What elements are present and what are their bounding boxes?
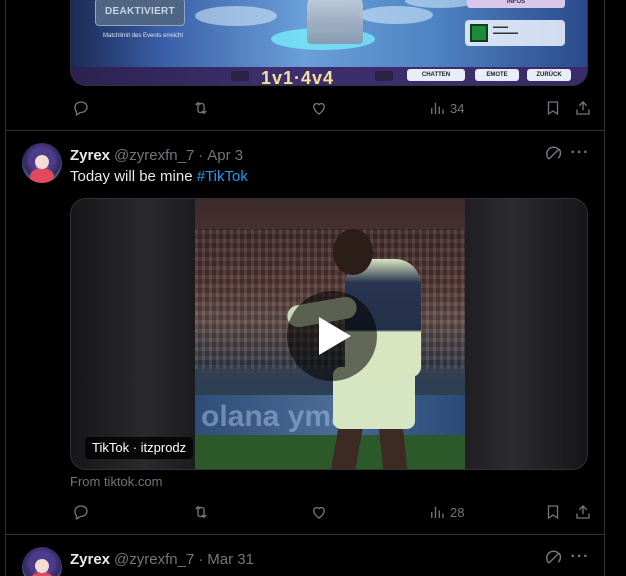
tweet-divider: [6, 130, 604, 131]
tweet-action-bar: 28: [70, 502, 594, 522]
timeline-feed: DEAKTIVIERT Matchlimit des Events erreic…: [5, 0, 605, 576]
play-icon: [319, 317, 351, 355]
game-status-badge: DEAKTIVIERT: [95, 0, 185, 26]
views-count: 28: [450, 504, 465, 520]
bookmark-icon: [547, 505, 559, 520]
video-blur-right: [463, 199, 587, 469]
tweet-video[interactable]: olana yma TikTok · itzprodz: [70, 198, 588, 470]
game-counter: [375, 71, 393, 81]
reply-button[interactable]: [72, 502, 90, 522]
reply-icon: [74, 505, 88, 520]
game-back-button: ZURÜCK: [527, 69, 571, 81]
tweet-text-body: Today will be mine: [70, 168, 197, 185]
author-handle[interactable]: @zyrexfn_7: [114, 147, 194, 164]
tweet-date[interactable]: Mar 31: [207, 551, 254, 568]
game-panel-text: ▬▬▬ ▬▬▬▬▬: [493, 24, 518, 36]
tweet-text: Today will be mine #TikTok: [70, 168, 248, 185]
platform-disc: [195, 6, 277, 26]
header-separator: ·: [198, 146, 204, 164]
reply-button[interactable]: [72, 98, 90, 118]
tweet-header: Zyrex @zyrexfn_7 · Mar 31: [70, 549, 254, 569]
avatar[interactable]: [22, 547, 62, 576]
tweet-header: Zyrex @zyrexfn_7 · Apr 3: [70, 145, 243, 165]
share-button[interactable]: [574, 98, 592, 118]
tweet-action-bar: 34: [70, 98, 594, 118]
views-icon: [431, 102, 444, 114]
game-info-panel: ▬▬▬ ▬▬▬▬▬: [465, 20, 565, 46]
bookmark-icon: [547, 101, 559, 116]
retweet-icon: [195, 101, 207, 115]
header-separator: ·: [198, 550, 204, 568]
like-button[interactable]: [310, 502, 328, 522]
views-icon: [431, 506, 444, 518]
share-button[interactable]: [574, 502, 592, 522]
video-source-label: TikTok · itzprodz: [85, 437, 194, 459]
like-icon: [313, 506, 325, 519]
game-counter: [231, 71, 249, 81]
game-character: [307, 0, 363, 44]
views-count: 34: [450, 100, 465, 116]
retweet-button[interactable]: [192, 98, 210, 118]
views-button[interactable]: 34: [428, 98, 464, 118]
more-icon[interactable]: ···: [570, 549, 590, 570]
avatar[interactable]: [22, 143, 62, 183]
grok-icon[interactable]: [544, 548, 564, 568]
tweet-date[interactable]: Apr 3: [207, 147, 243, 164]
game-mode-text: 1v1·4v4: [261, 68, 335, 86]
retweet-button[interactable]: [192, 502, 210, 522]
views-button[interactable]: 28: [428, 502, 464, 522]
bookmark-button[interactable]: [544, 98, 562, 118]
share-icon: [576, 505, 590, 519]
author-name[interactable]: Zyrex: [70, 551, 110, 568]
like-icon: [313, 102, 325, 115]
play-button[interactable]: [287, 291, 377, 381]
share-icon: [576, 101, 590, 115]
game-infos-button: INFOS: [467, 0, 565, 8]
platform-disc: [359, 6, 433, 24]
tweet-media-image[interactable]: DEAKTIVIERT Matchlimit des Events erreic…: [70, 0, 588, 86]
game-panel-icon: [470, 24, 488, 42]
like-button[interactable]: [310, 98, 328, 118]
bookmark-button[interactable]: [544, 502, 562, 522]
tweet-divider: [6, 534, 604, 535]
stadium-banner: olana yma: [195, 395, 465, 439]
hashtag-link[interactable]: #TikTok: [197, 168, 248, 185]
author-handle[interactable]: @zyrexfn_7: [114, 551, 194, 568]
reply-icon: [74, 101, 88, 116]
retweet-icon: [195, 505, 207, 519]
pitch: [195, 435, 465, 469]
link-source[interactable]: From tiktok.com: [70, 474, 162, 489]
player-head: [333, 229, 373, 275]
game-emote-button: EMOTE: [475, 69, 519, 81]
more-icon[interactable]: ···: [570, 145, 590, 166]
game-chat-button: CHATTEN: [407, 69, 465, 81]
game-status-subtext: Matchlimit des Events erreicht: [102, 33, 184, 39]
grok-icon[interactable]: [544, 144, 564, 164]
author-name[interactable]: Zyrex: [70, 147, 110, 164]
video-blur-left: [71, 199, 195, 469]
